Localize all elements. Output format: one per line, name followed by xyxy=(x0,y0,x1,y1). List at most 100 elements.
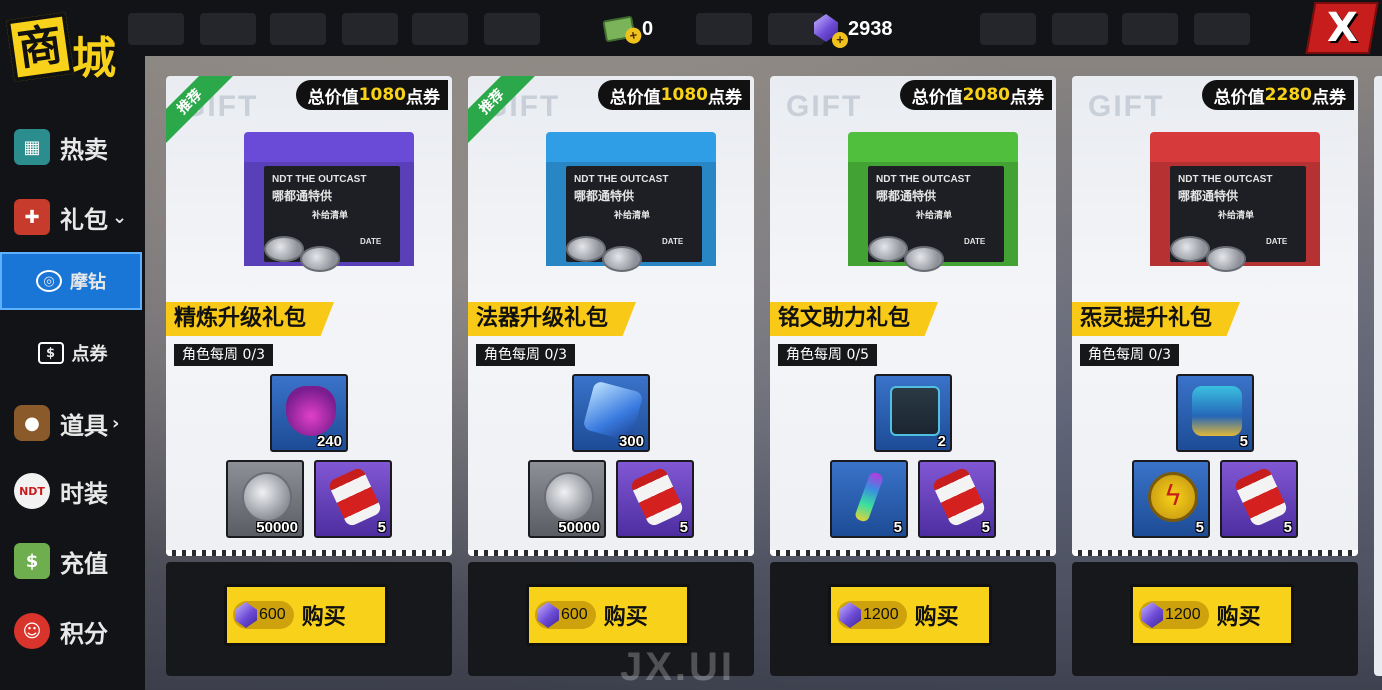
purple-potion-icon xyxy=(286,386,336,436)
card-body: GIFT 总价值 2080 点券 NDT THE OUTCAST 哪都通特供 补给清… xyxy=(770,76,1056,556)
gem-icon xyxy=(1141,602,1163,628)
sidebar-item-points[interactable]: ☺ 积分 xyxy=(0,600,145,662)
close-button[interactable]: X xyxy=(1305,2,1379,54)
reward-slot[interactable]: 5 xyxy=(830,460,908,538)
pack-name: 铭文助力礼包 xyxy=(770,302,939,336)
sidebar-item-props[interactable]: ● 道具 › xyxy=(0,392,145,454)
top-slot xyxy=(342,13,398,45)
buy-label: 购买 xyxy=(914,605,959,630)
box-sub2: 补给清单 xyxy=(614,210,651,220)
pack-name: 精炼升级礼包 xyxy=(166,302,335,336)
voucher-icon: $ xyxy=(37,342,64,364)
box-brand: NDT THE OUTCAST xyxy=(876,174,971,185)
top-slot xyxy=(696,13,752,45)
total-value-badge: 总价值 2080 点券 xyxy=(899,80,1052,110)
buy-price: 600 xyxy=(535,601,596,629)
gift-icon: ✚ xyxy=(14,199,50,235)
red-vial-icon xyxy=(931,466,987,528)
buy-price-value: 600 xyxy=(561,606,588,623)
buy-price-value: 1200 xyxy=(863,606,899,623)
buy-button[interactable]: 600 购买 xyxy=(526,584,690,646)
buy-label: 购买 xyxy=(301,605,346,630)
gift-pack-card[interactable]: GIFT 推荐 总价值 1080 点券 NDT THE OUTCAST 哪都通特供 … xyxy=(468,76,754,676)
box-sub: 哪都通特供 xyxy=(574,189,635,203)
gem-icon-wrap: + xyxy=(814,14,848,48)
buy-price-value: 600 xyxy=(259,606,286,623)
buy-price: 600 xyxy=(233,601,294,629)
sidebar-item-label: 热卖 xyxy=(60,135,108,164)
buy-button[interactable]: 1200 购买 xyxy=(1130,584,1294,646)
gift-box-art: NDT THE OUTCAST 哪都通特供 补给清单 DATE xyxy=(1130,132,1322,272)
box-sub: 哪都通特供 xyxy=(272,189,333,203)
sidebar-item-fashion[interactable]: NDT 时装 xyxy=(0,460,145,522)
sidebar-item-mozuan[interactable]: ◎ 摩钻 xyxy=(0,252,142,310)
card-body: GIFT 推荐 总价值 1080 点券 NDT THE OUTCAST 哪都通特供 … xyxy=(166,76,452,556)
buy-button[interactable]: 600 购买 xyxy=(224,584,388,646)
sidebar-item-hot[interactable]: ▦ 热卖 xyxy=(0,116,145,178)
box-sub2: 补给清单 xyxy=(916,210,953,220)
red-vial-icon xyxy=(327,466,383,528)
reward-slot[interactable]: 300 xyxy=(572,374,650,452)
gift-box-art: NDT THE OUTCAST 哪都通特供 补给清单 DATE xyxy=(828,132,1020,272)
top-slot xyxy=(484,13,540,45)
total-value-suffix: 点券 xyxy=(1010,87,1044,108)
total-value-number: 1080 xyxy=(358,85,406,105)
reward-slot[interactable]: 5 xyxy=(918,460,996,538)
coin-icon xyxy=(566,236,606,262)
reward-slot[interactable]: 50000 xyxy=(226,460,304,538)
silver-coin-icon xyxy=(242,472,292,522)
add-icon[interactable]: + xyxy=(832,32,848,48)
reward-slot[interactable]: 5 xyxy=(314,460,392,538)
gem-icon xyxy=(839,602,861,628)
top-slot xyxy=(1122,13,1178,45)
cash-icon: + xyxy=(602,15,643,45)
next-card-edge xyxy=(1374,76,1382,676)
gift-pack-card[interactable]: GIFT 总价值 2280 点券 NDT THE OUTCAST 哪都通特供 补给清… xyxy=(1072,76,1358,676)
sidebar-item-voucher[interactable]: $ 点券 xyxy=(0,324,145,382)
gift-box-art: NDT THE OUTCAST 哪都通特供 补给清单 DATE xyxy=(526,132,718,272)
card-body: GIFT 总价值 2280 点券 NDT THE OUTCAST 哪都通特供 补给清… xyxy=(1072,76,1358,556)
sidebar-item-recharge[interactable]: $ 充值 xyxy=(0,530,145,592)
reward-slot[interactable]: 5 xyxy=(616,460,694,538)
top-bar: + 0 + 2938 X xyxy=(0,0,1382,56)
logo-text: 城 xyxy=(72,33,116,84)
coin-icon xyxy=(868,236,908,262)
reward-slot[interactable]: 5 xyxy=(1220,460,1298,538)
gem-ring-icon: ◎ xyxy=(36,270,62,292)
box-brand: NDT THE OUTCAST xyxy=(574,174,669,185)
gift-pack-card[interactable]: GIFT 推荐 总价值 1080 点券 NDT THE OUTCAST 哪都通特供 … xyxy=(166,76,452,676)
gem-icon xyxy=(235,602,257,628)
reward-slot[interactable]: 2 xyxy=(874,374,952,452)
sidebar-item-label: 道具 xyxy=(60,411,108,440)
reward-slot[interactable]: ϟ 5 xyxy=(1132,460,1210,538)
total-value-suffix: 点券 xyxy=(1312,87,1346,108)
sidebar-item-gift[interactable]: ✚ 礼包 ⌄ xyxy=(0,186,145,248)
buy-button[interactable]: 1200 购买 xyxy=(828,584,992,646)
total-value-suffix: 点券 xyxy=(406,87,440,108)
total-value-prefix: 总价值 xyxy=(307,87,359,108)
money-icon: $ xyxy=(14,543,50,579)
coin-icon xyxy=(904,246,944,272)
cash-currency[interactable]: + 0 xyxy=(602,12,653,46)
logo-box: 商 xyxy=(5,12,75,82)
gem-icon xyxy=(537,602,559,628)
total-value-badge: 总价值 1080 点券 xyxy=(597,80,750,110)
reward-qty: 300 xyxy=(618,433,644,450)
buy-price-value: 1200 xyxy=(1165,606,1201,623)
buy-price: 1200 xyxy=(1139,601,1209,629)
buy-label: 购买 xyxy=(1216,605,1261,630)
add-icon[interactable]: + xyxy=(624,26,643,45)
box-sub: 哪都通特供 xyxy=(1178,189,1239,203)
reward-slot[interactable]: 240 xyxy=(270,374,348,452)
reward-qty: 50000 xyxy=(256,519,298,536)
reward-qty: 5 xyxy=(1195,519,1204,536)
reward-slot[interactable]: 50000 xyxy=(528,460,606,538)
gift-pack-card[interactable]: GIFT 总价值 2080 点券 NDT THE OUTCAST 哪都通特供 补给清… xyxy=(770,76,1056,676)
box-date: DATE xyxy=(662,237,684,246)
card-footer: 1200 购买 xyxy=(770,562,1056,676)
card-footer: 600 购买 xyxy=(166,562,452,676)
box-date: DATE xyxy=(360,237,382,246)
total-value-badge: 总价值 2280 点券 xyxy=(1201,80,1354,110)
gem-currency[interactable]: + 2938 xyxy=(814,12,893,48)
reward-slot[interactable]: 5 xyxy=(1176,374,1254,452)
